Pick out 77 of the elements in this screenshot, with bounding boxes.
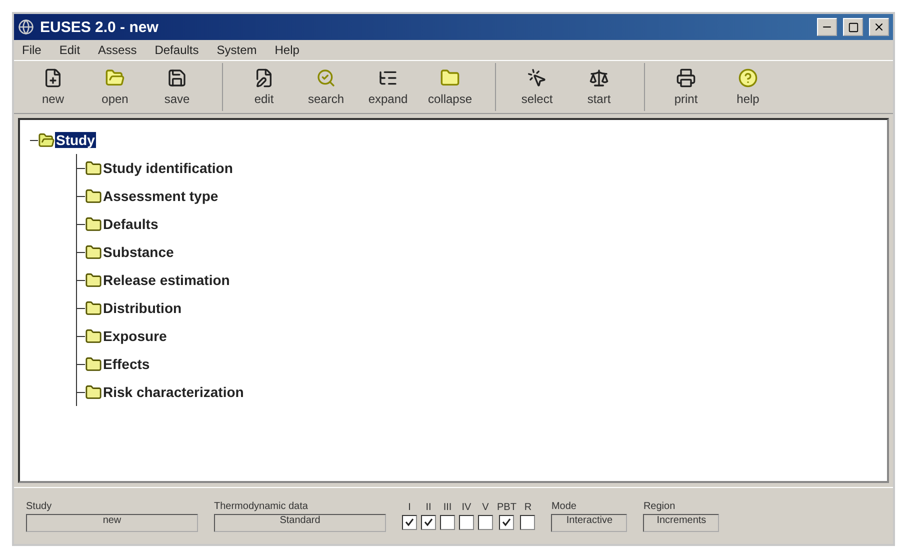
folder-icon: [85, 384, 102, 400]
tree-item[interactable]: Release estimation: [102, 272, 231, 288]
toolbar-button[interactable]: start: [568, 63, 630, 111]
tree-item[interactable]: Effects: [102, 356, 151, 372]
folder-icon: [105, 68, 125, 88]
menu-item[interactable]: System: [216, 43, 257, 57]
toolbar-button[interactable]: collapse: [419, 63, 481, 111]
toolbar-button[interactable]: select: [506, 63, 568, 111]
folder-icon: [85, 188, 102, 204]
check-icon: [405, 518, 414, 527]
folder-icon: [85, 356, 102, 372]
folder-icon: [85, 300, 102, 316]
checkbox-label: I: [408, 502, 411, 513]
tree-item[interactable]: Substance: [102, 244, 175, 260]
toolbar-button[interactable]: open: [84, 63, 146, 111]
status-value: Increments: [643, 514, 720, 532]
status-label: Mode: [551, 500, 578, 512]
tree-item[interactable]: Defaults: [102, 216, 160, 232]
scale-icon: [589, 68, 609, 88]
folder-icon: [85, 328, 102, 344]
menu-item[interactable]: Assess: [98, 43, 137, 57]
toolbar-button[interactable]: print: [655, 63, 717, 111]
tree-item[interactable]: Exposure: [102, 328, 168, 344]
status-value: Standard: [214, 514, 386, 532]
help-icon: [738, 68, 758, 88]
maximize-icon: [848, 22, 858, 32]
checkbox[interactable]: [459, 515, 474, 530]
tree-item[interactable]: Risk characterization: [102, 384, 245, 400]
checkbox[interactable]: [520, 515, 536, 530]
checkbox[interactable]: [440, 515, 455, 530]
tree-item[interactable]: Study: [55, 132, 96, 148]
printer-icon: [676, 68, 696, 88]
minimize-button[interactable]: [817, 18, 837, 36]
toolbar-button[interactable]: edit: [233, 63, 295, 111]
globe-icon: [18, 19, 34, 35]
folder-icon: [85, 272, 102, 288]
checkbox-label: III: [443, 502, 452, 513]
status-label: Study: [26, 500, 53, 512]
checkbox-label: IV: [462, 502, 472, 513]
check-icon: [424, 518, 433, 527]
toolbar-button[interactable]: save: [146, 63, 208, 111]
maximize-button[interactable]: [843, 18, 863, 36]
menu-item[interactable]: Defaults: [154, 43, 199, 57]
checkbox-label: V: [482, 502, 489, 513]
status-label: Thermodynamic data: [214, 500, 309, 512]
toolbar-button[interactable]: search: [295, 63, 357, 111]
tree-item[interactable]: Study identification: [102, 160, 234, 176]
menu-item[interactable]: File: [22, 43, 42, 57]
checkbox-label: PBT: [497, 502, 516, 513]
status-value: Interactive: [551, 514, 628, 532]
file-edit-icon: [254, 68, 274, 88]
pointer-icon: [527, 68, 547, 88]
folder-icon: [440, 68, 460, 88]
close-button[interactable]: [869, 18, 889, 36]
toolbar-button[interactable]: new: [22, 63, 84, 111]
menu-item[interactable]: Help: [274, 43, 300, 57]
checkbox[interactable]: [478, 515, 493, 530]
new-file-icon: [43, 68, 63, 88]
checkbox-label: II: [426, 502, 432, 513]
status-value: new: [26, 514, 198, 532]
toolbar-button[interactable]: expand: [357, 63, 419, 111]
checkbox[interactable]: [421, 515, 436, 530]
menu-item[interactable]: Edit: [59, 43, 80, 57]
folder-icon: [85, 216, 102, 232]
window-title: EUSES 2.0 - new: [40, 18, 160, 36]
folder-icon: [85, 244, 102, 260]
folder-icon: [85, 160, 102, 176]
status-label: Region: [643, 500, 676, 512]
tree-item[interactable]: Distribution: [102, 300, 183, 316]
checkbox[interactable]: [499, 515, 514, 530]
tree-item[interactable]: Assessment type: [102, 188, 220, 204]
checkbox[interactable]: [402, 515, 417, 530]
check-icon: [502, 518, 512, 527]
magnifier-icon: [316, 68, 336, 88]
close-icon: [873, 21, 885, 33]
checkbox-label: R: [524, 502, 532, 513]
toolbar-button[interactable]: help: [717, 63, 779, 111]
